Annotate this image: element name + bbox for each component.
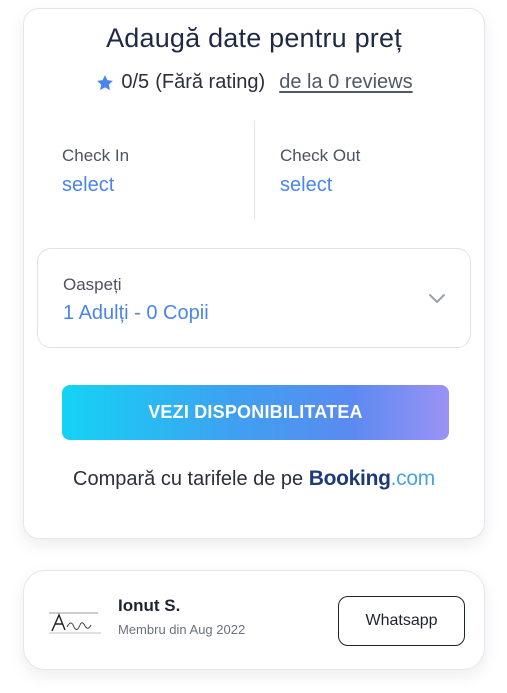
check-out-field[interactable]: Check Out select <box>280 121 480 219</box>
rating-row: 0/5 (Fără rating) de la 0 reviews <box>24 71 484 94</box>
date-divider <box>254 121 255 219</box>
host-name: Ionut S. <box>118 596 181 615</box>
guests-dropdown[interactable]: Oaspeți 1 Adulți - 0 Copii <box>37 248 471 348</box>
date-selector: Check In select Check Out select <box>24 121 484 219</box>
reviews-link[interactable]: de la 0 reviews <box>279 71 412 94</box>
compare-text: Compară cu tarifele de pe <box>73 468 304 490</box>
booking-logo-main: Booking <box>308 467 391 490</box>
booking-card: Adaugă date pentru preț 0/5 (Fără rating… <box>23 8 485 539</box>
compare-rates: Compară cu tarifele de pe Booking.com <box>24 467 484 491</box>
check-in-select[interactable]: select <box>62 174 114 197</box>
whatsapp-button[interactable]: Whatsapp <box>338 596 465 646</box>
avatar-signature-icon <box>49 612 101 634</box>
star-icon <box>97 74 114 90</box>
guests-label: Oaspeți <box>63 275 122 294</box>
booking-logo-tld: .com <box>390 467 436 490</box>
rating-score: 0/5 <box>121 71 150 93</box>
chevron-down-icon[interactable] <box>428 291 446 305</box>
host-member-since: Membru din Aug 2022 <box>118 622 246 637</box>
host-card: Ionut S. Membru din Aug 2022 Whatsapp <box>23 570 485 670</box>
check-out-select[interactable]: select <box>280 174 332 197</box>
page-title: Adaugă date pentru preț <box>106 23 402 53</box>
rating-label: (Fără rating) <box>155 71 266 93</box>
check-out-label: Check Out <box>280 146 361 165</box>
check-availability-button[interactable]: VEZI DISPONIBILITATEA <box>62 385 449 440</box>
booking-logo[interactable]: Booking.com <box>308 467 436 490</box>
guests-value: 1 Adulți - 0 Copii <box>63 302 209 324</box>
check-in-label: Check In <box>62 146 130 165</box>
check-in-field[interactable]: Check In select <box>62 121 262 219</box>
